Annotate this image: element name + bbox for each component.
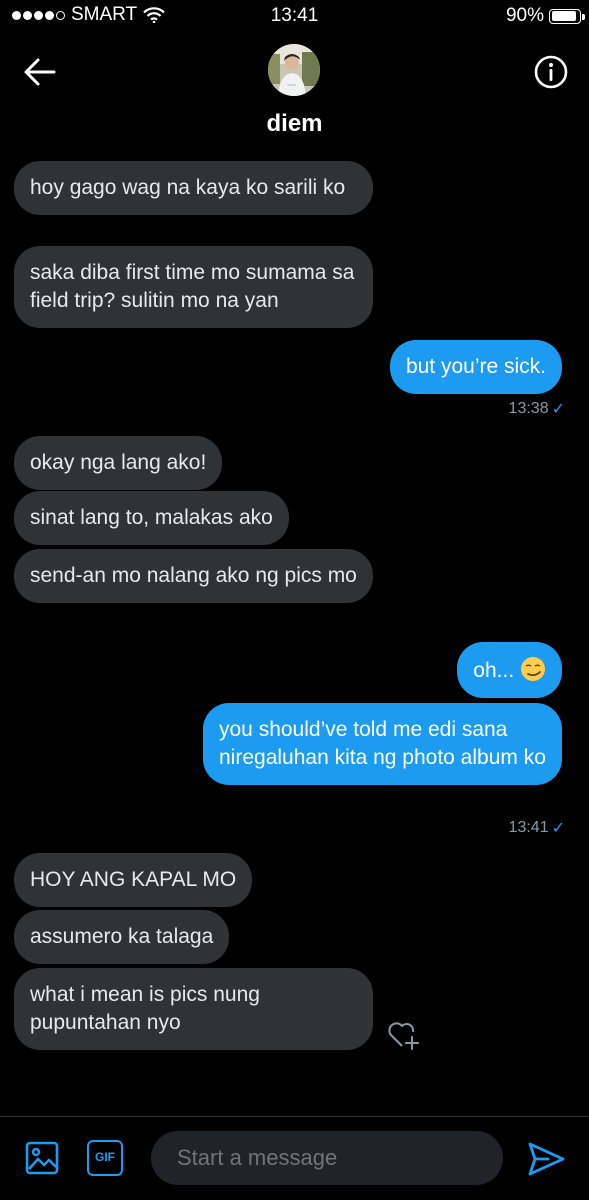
incoming-message[interactable]: sinat lang to, malakas ako xyxy=(14,491,289,545)
svg-text:~~~: ~~~ xyxy=(287,83,296,89)
incoming-message[interactable]: saka diba first time mo sumama sa field … xyxy=(14,246,373,328)
timestamp-label: 13:41 xyxy=(508,819,549,836)
outgoing-message[interactable]: you should’ve told me edi sana niregaluh… xyxy=(203,703,562,785)
incoming-message[interactable]: assumero ka talaga xyxy=(14,910,230,964)
incoming-message[interactable]: send-an mo nalang ako ng pics mo xyxy=(14,549,373,603)
send-icon[interactable] xyxy=(526,1141,566,1177)
message-input[interactable] xyxy=(151,1131,503,1185)
read-check-icon: ✓ xyxy=(551,820,565,837)
status-time: 13:41 xyxy=(270,5,319,26)
outgoing-message[interactable]: but you’re sick. xyxy=(389,340,562,394)
read-check-icon: ✓ xyxy=(551,401,565,418)
gif-button[interactable]: GIF xyxy=(87,1140,123,1176)
battery-percent: 90% xyxy=(505,5,544,26)
battery-icon xyxy=(549,8,585,24)
dm-conversation-screen: SMART 13:41 90% ~~~ diem hoy gago wag na… xyxy=(0,0,589,1200)
battery-group: 90% xyxy=(505,5,585,27)
message-composer: GIF xyxy=(0,1116,589,1200)
timestamp-label: 13:38 xyxy=(508,400,549,417)
image-icon[interactable] xyxy=(24,1140,60,1176)
incoming-message[interactable]: hoy gago wag na kaya ko sarili ko xyxy=(14,161,373,215)
message-timestamp: 13:38 ✓ xyxy=(509,399,565,419)
back-arrow-icon[interactable] xyxy=(22,54,58,90)
incoming-message[interactable]: what i mean is pics nung pupuntahan nyo xyxy=(14,968,373,1050)
info-icon[interactable] xyxy=(533,54,569,90)
message-timestamp: 13:41 ✓ xyxy=(509,818,565,838)
gif-label: GIF xyxy=(95,1150,115,1164)
heart-add-icon[interactable] xyxy=(386,1018,420,1052)
outgoing-message[interactable]: oh... xyxy=(457,642,562,698)
incoming-message[interactable]: okay nga lang ako! xyxy=(14,436,223,490)
smirk-emoji-icon xyxy=(521,657,545,681)
message-text: oh... xyxy=(473,659,520,682)
contact-name[interactable]: diem xyxy=(0,110,589,138)
status-bar: SMART 13:41 90% xyxy=(0,0,589,34)
incoming-message[interactable]: HOY ANG KAPAL MO xyxy=(14,853,253,907)
avatar[interactable]: ~~~ xyxy=(268,44,320,96)
conversation-header: ~~~ diem xyxy=(0,34,589,144)
